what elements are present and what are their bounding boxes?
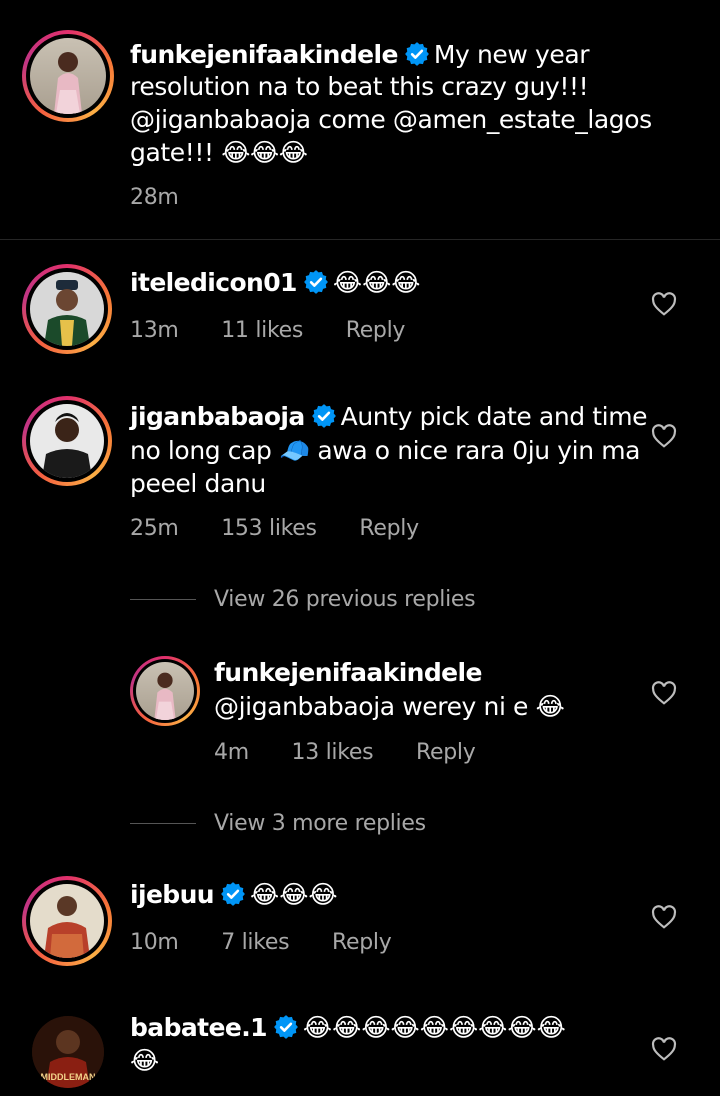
reply-button[interactable]: Reply	[416, 740, 476, 765]
comment-likes[interactable]: 153 likes	[221, 516, 317, 541]
comment-likes[interactable]: 11 likes	[221, 318, 303, 343]
heart-icon[interactable]	[651, 681, 677, 705]
laughing-emoji: 😂😂😂	[221, 138, 308, 167]
heart-icon[interactable]	[651, 1037, 677, 1061]
avatar-photo	[54, 52, 82, 114]
comment-time: 25m	[130, 516, 179, 541]
comment-time: 10m	[130, 930, 179, 955]
caption-time: 28m	[130, 185, 179, 210]
reply-button[interactable]: Reply	[346, 318, 406, 343]
cap-emoji: 🧢	[279, 436, 310, 465]
caption-text-line3: @jiganbabaoja come @amen_estate_lagos	[130, 105, 652, 134]
reply-meta: 4m 13 likes Reply	[214, 740, 476, 765]
avatar-label: MIDDLEMAN	[41, 1072, 96, 1082]
caption-text-line4: gate!!! 😂😂😂	[130, 138, 308, 167]
comment-meta: 25m 153 likes Reply	[130, 516, 419, 541]
thread-line	[130, 599, 196, 600]
avatar-babatee[interactable]: MIDDLEMAN	[32, 1016, 104, 1088]
laughing-emoji: 😂	[535, 692, 565, 721]
comment-author-row: iteledicon01 😂😂😂	[130, 268, 421, 297]
avatar-funkejenifaakindele[interactable]	[22, 30, 114, 122]
avatar-photo	[44, 280, 90, 346]
comment-author-row: babatee.1 😂😂😂😂😂😂😂😂😂	[130, 1013, 566, 1042]
comment-username[interactable]: ijebuu	[130, 880, 215, 909]
reply-button[interactable]: Reply	[359, 516, 419, 541]
comment-text-line3: peeel danu	[130, 469, 266, 498]
comment-time: 13m	[130, 318, 179, 343]
reply-mention[interactable]: @jiganbabaoja	[214, 692, 395, 721]
verified-badge-icon	[221, 882, 245, 906]
avatar-photo	[44, 896, 90, 958]
comment-meta: 13m 11 likes Reply	[130, 318, 405, 343]
verified-badge-icon	[311, 404, 336, 428]
reply-button[interactable]: Reply	[332, 930, 392, 955]
comment-username[interactable]: iteledicon01	[130, 268, 297, 297]
comment-text-line1: Aunty pick date and time	[340, 402, 648, 431]
comment-text-line2: no long cap 🧢 awa o nice rara 0ju yin ma	[130, 436, 641, 465]
view-previous-replies-button[interactable]: View 26 previous replies	[214, 587, 476, 612]
avatar-photo	[154, 672, 176, 720]
caption-text-line1: My new year	[433, 40, 590, 69]
reply-time: 4m	[214, 740, 249, 765]
reply-likes[interactable]: 13 likes	[292, 740, 374, 765]
laughing-emoji: 😂😂😂	[250, 880, 338, 909]
avatar-jiganbabaoja[interactable]	[22, 396, 112, 486]
laughing-emoji: 😂😂😂😂😂😂😂😂😂	[302, 1013, 566, 1042]
comment-username[interactable]: babatee.1	[130, 1013, 267, 1042]
avatar-funkejenifaakindele-reply[interactable]	[130, 656, 200, 726]
thread-line	[130, 823, 196, 824]
caption-author[interactable]: funkejenifaakindele My new year	[130, 38, 590, 71]
reply-username[interactable]: funkejenifaakindele	[214, 658, 482, 687]
comment-meta: 10m 7 likes Reply	[130, 930, 392, 955]
caption-text-line2: resolution na to beat this crazy guy!!!	[130, 72, 589, 101]
verified-badge-icon	[303, 270, 328, 294]
heart-icon[interactable]	[651, 905, 677, 929]
comment-username[interactable]: jiganbabaoja	[130, 402, 305, 431]
comment-likes[interactable]: 7 likes	[221, 930, 289, 955]
laughing-emoji: 😂	[130, 1046, 160, 1075]
caption-divider	[0, 239, 720, 240]
verified-badge-icon	[404, 42, 429, 66]
comment-author-row: jiganbabaoja Aunty pick date and time	[130, 400, 648, 433]
comment-author-row: ijebuu 😂😂😂	[130, 880, 338, 909]
reply-text: @jiganbabaoja werey ni e 😂	[214, 692, 565, 721]
verified-badge-icon	[273, 1015, 298, 1039]
avatar-photo: MIDDLEMAN	[32, 1016, 104, 1088]
avatar-iteledicon01[interactable]	[22, 264, 112, 354]
avatar-photo	[42, 413, 92, 478]
laughing-emoji: 😂😂😂	[332, 268, 421, 297]
heart-icon[interactable]	[651, 424, 677, 448]
heart-icon[interactable]	[651, 292, 677, 316]
avatar-ijebuu[interactable]	[22, 876, 112, 966]
view-more-replies-button[interactable]: View 3 more replies	[214, 811, 426, 836]
